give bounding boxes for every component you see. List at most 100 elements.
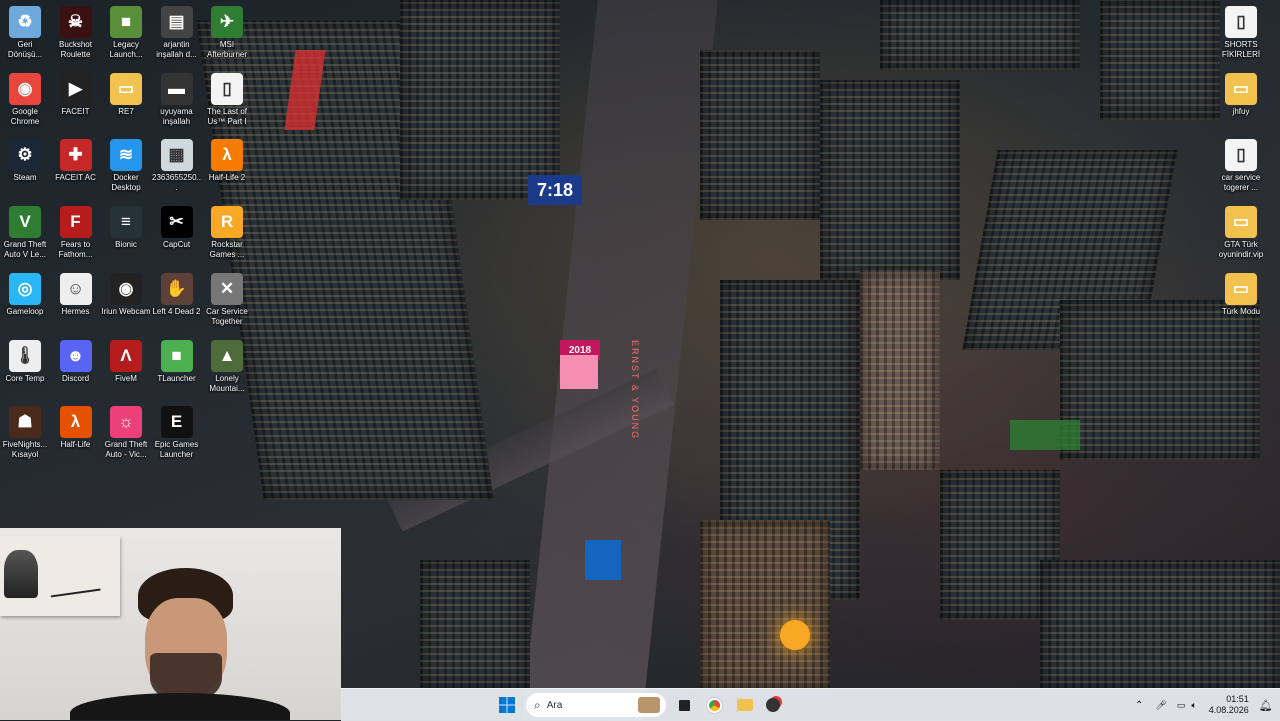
desktop-icon[interactable]: ≡ Bionic bbox=[101, 202, 151, 264]
desktop-icon[interactable]: ▲ Lonely Mountai... bbox=[202, 336, 252, 398]
speaker-icon[interactable]: 🔈︎ bbox=[1191, 700, 1196, 711]
desktop-icon[interactable]: R Rockstar Games ... bbox=[202, 202, 252, 264]
desktop-icon[interactable]: E Epic Games Launcher bbox=[152, 402, 202, 464]
half-life-2-icon: λ bbox=[211, 139, 243, 172]
left4dead2-icon: ✋ bbox=[160, 272, 193, 305]
wall-poster bbox=[0, 536, 120, 616]
desktop-icon-label: Half-Life 2 bbox=[208, 173, 246, 183]
ernst-young-sign: ERNST & YOUNG bbox=[630, 340, 640, 441]
desktop-icon[interactable]: ✕ Car Service Together bbox=[202, 269, 252, 331]
desktop-icon-label: CapCut bbox=[162, 240, 191, 250]
desktop-icon[interactable]: ◉ Iriun Webcam bbox=[101, 269, 151, 331]
faceit-icon: ▶ bbox=[59, 72, 92, 105]
lonely-mountains-icon: ▲ bbox=[211, 339, 243, 372]
folder-icon: ▭ bbox=[110, 72, 142, 105]
desktop-icon[interactable]: ✈ MSI Afterburner bbox=[202, 2, 252, 64]
chrome-icon bbox=[706, 697, 722, 713]
desktop-icon[interactable]: ▯ car service togerer ... bbox=[1216, 135, 1266, 197]
clock[interactable]: 01:51 4.08.2026 bbox=[1209, 694, 1249, 716]
desktop-icon-label: Lonely Mountai... bbox=[209, 373, 245, 393]
desktop-icon[interactable]: ■ Legacy Launch... bbox=[101, 2, 151, 64]
desktop-icon-label: jhfuy bbox=[1232, 106, 1250, 116]
document-icon: ▯ bbox=[211, 72, 243, 105]
app-icon bbox=[766, 698, 780, 712]
chrome-icon: ◉ bbox=[9, 72, 41, 105]
fivem-icon: Λ bbox=[110, 339, 142, 372]
desktop-icon-label: RE7 bbox=[118, 106, 134, 116]
desktop-icon[interactable]: 🌡 Core Temp bbox=[0, 336, 50, 398]
start-button[interactable] bbox=[495, 693, 519, 717]
search-placeholder: Ara bbox=[546, 699, 563, 711]
core-temp-icon: 🌡 bbox=[9, 339, 41, 372]
iriun-webcam-icon: ◉ bbox=[110, 272, 142, 305]
desktop-icon-label: Geri Dönüşü... bbox=[7, 40, 43, 59]
desktop-icon-label: car service togerer ... bbox=[1221, 173, 1261, 193]
gta-vice-city-icon: ☼ bbox=[110, 406, 142, 439]
taskbar-app[interactable] bbox=[761, 693, 785, 717]
desktop-icon[interactable]: ▭ Türk Modu bbox=[1216, 269, 1266, 331]
desktop-icon[interactable]: ☠ Buckshot Roulette bbox=[51, 2, 101, 64]
desktop-icon[interactable]: ■ TLauncher bbox=[152, 336, 202, 398]
desktop-icon[interactable]: ◉ Google Chrome bbox=[0, 69, 50, 131]
desktop-icon-label: Fears to Fathom... bbox=[58, 240, 93, 260]
desktop-icon[interactable]: ▭ RE7 bbox=[101, 69, 151, 131]
rockstar-icon: R bbox=[211, 206, 243, 239]
desktop-icon[interactable]: ▭ GTA Türk oyunindir.vip bbox=[1216, 202, 1266, 264]
task-view-button[interactable] bbox=[672, 693, 696, 717]
desktop-icon[interactable]: ♻ Geri Dönüşü... bbox=[0, 2, 50, 64]
desktop-icon[interactable]: ☺ Hermes bbox=[51, 269, 101, 331]
taskbar-search-box[interactable]: ⌕ Ara bbox=[526, 693, 666, 717]
desktop-icon-label: FiveNights... Kısayol bbox=[2, 440, 48, 460]
gold-dome bbox=[780, 620, 810, 650]
desktop-icon[interactable]: ✂ CapCut bbox=[152, 202, 202, 264]
desktop-icon[interactable]: ▬ uyuyama inşallah bbox=[152, 69, 202, 131]
desktop-icon[interactable]: ▤ arjantin inşallah d... bbox=[152, 2, 202, 64]
taskbar-chrome[interactable] bbox=[702, 693, 726, 717]
steam-icon: ⚙ bbox=[9, 139, 41, 172]
desktop-icon[interactable]: ☻ Discord bbox=[51, 336, 101, 398]
buckshot-icon: ☠ bbox=[59, 6, 92, 38]
desktop-icon[interactable]: ◎ Gameloop bbox=[0, 269, 50, 331]
hermes-icon: ☺ bbox=[59, 272, 92, 305]
desktop-icon[interactable]: Λ FiveM bbox=[101, 336, 151, 398]
desktop-icon[interactable]: ✚ FACEIT AC bbox=[51, 135, 101, 197]
tlauncher-icon: ■ bbox=[160, 339, 193, 372]
desktop-icon[interactable]: V Grand Theft Auto V Le... bbox=[0, 202, 50, 264]
desktop-icon[interactable]: ▯ The Last of Us™ Part I bbox=[202, 69, 252, 131]
desktop-icon-label: Iriun Webcam bbox=[101, 306, 151, 316]
desktop-icon[interactable]: λ Half-Life bbox=[51, 402, 101, 464]
search-icon: ⌕ bbox=[534, 697, 541, 712]
car-service-icon: ✕ bbox=[211, 272, 243, 305]
desktop-icon[interactable]: ☗ FiveNights... Kısayol bbox=[0, 402, 50, 464]
task-view-icon bbox=[678, 699, 690, 711]
desktop-icon[interactable]: ≋ Docker Desktop bbox=[101, 135, 151, 197]
desktop-icon[interactable]: ▭ jhfuy bbox=[1216, 69, 1266, 131]
desktop-icon[interactable]: ☼ Grand Theft Auto - Vic... bbox=[101, 402, 151, 464]
blue-billboard bbox=[585, 540, 621, 580]
chevron-up-icon[interactable]: ⌃ bbox=[1135, 700, 1143, 711]
desktop-icon[interactable]: ⚙ Steam bbox=[0, 135, 50, 197]
desktop-icon-label: Docker Desktop bbox=[111, 173, 141, 193]
discord-icon: ☻ bbox=[59, 339, 92, 372]
recycle-bin-icon: ♻ bbox=[9, 6, 41, 38]
taskbar-file-explorer[interactable] bbox=[733, 693, 757, 717]
capcut-icon: ✂ bbox=[160, 206, 193, 239]
desktop-icon[interactable]: ▦ 2363655250... bbox=[152, 135, 202, 197]
desktop-icon[interactable]: F Fears to Fathom... bbox=[51, 202, 101, 264]
desktop-icon-label: Bionic bbox=[115, 240, 137, 250]
webcam-overlay bbox=[0, 528, 341, 720]
desktop-icon[interactable]: ▯ SHORTS FİKİRLERİ bbox=[1216, 2, 1266, 64]
desktop-icon-label: 2363655250... bbox=[152, 173, 201, 193]
network-icon[interactable]: ▭ bbox=[1177, 700, 1186, 711]
desktop-icon[interactable]: λ Half-Life 2 bbox=[202, 135, 252, 197]
desktop-icon-label: arjantin inşallah d... bbox=[156, 40, 197, 59]
clock-time: 01:51 bbox=[1226, 694, 1249, 704]
notification-bell-icon[interactable]: 🔔︎ bbox=[1259, 699, 1273, 712]
poster-signature bbox=[49, 578, 101, 598]
desktop-icon[interactable]: ✋ Left 4 Dead 2 bbox=[152, 269, 202, 331]
desktop-icon[interactable]: ▶ FACEIT bbox=[51, 69, 101, 131]
desktop-icon-label: Core Temp bbox=[5, 373, 45, 383]
microphone-icon[interactable]: 🎤︎ bbox=[1155, 700, 1166, 711]
fnaf-icon: ☗ bbox=[9, 406, 41, 439]
desktop-icon-label: Car Service Together bbox=[206, 306, 248, 326]
